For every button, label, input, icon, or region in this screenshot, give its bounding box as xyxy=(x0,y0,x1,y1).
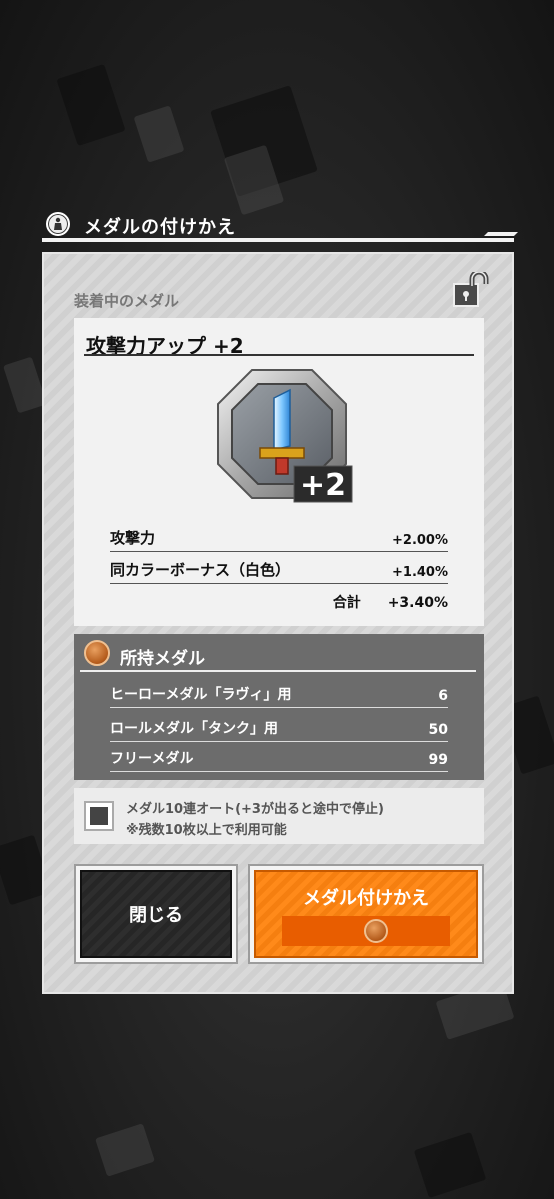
divider xyxy=(84,354,474,356)
owned-item: ロールメダル「タンク」用 50 xyxy=(110,714,448,742)
close-button-face[interactable]: 閉じる xyxy=(80,870,232,958)
header-divider xyxy=(42,238,514,242)
dialog-title: メダルの付けかえ xyxy=(84,217,236,238)
owned-item: フリーメダル 99 xyxy=(110,744,448,772)
divider xyxy=(80,670,476,672)
change-medal-button[interactable]: メダル付けかえ xyxy=(248,864,484,964)
row-divider xyxy=(110,551,448,552)
total-row: 合計 +3.40% xyxy=(333,592,448,612)
medal-change-panel: 装着中のメダル 攻撃力アップ +2 +2 攻撃力 +2.00% 同カラーボーナス… xyxy=(42,252,514,994)
change-medal-button-face[interactable]: メダル付けかえ xyxy=(254,870,478,958)
owned-item-count: 99 xyxy=(428,752,448,768)
background-decoration xyxy=(413,1131,487,1199)
total-value: +3.40% xyxy=(387,595,448,611)
equipped-section-label: 装着中のメダル xyxy=(74,292,180,310)
auto-checkbox[interactable] xyxy=(84,801,114,831)
background-decoration xyxy=(133,105,185,163)
owned-item-label: ロールメダル「タンク」用 xyxy=(110,721,278,737)
owned-title: 所持メダル xyxy=(120,649,205,669)
row-divider xyxy=(110,741,448,742)
cost-bar xyxy=(282,916,450,946)
stat-label: 攻撃力 xyxy=(110,529,156,547)
auto-option: メダル10連オート(+3が出ると途中で停止) ※残数10枚以上で利用可能 xyxy=(74,788,484,844)
stat-label: 同カラーボーナス（白色） xyxy=(110,561,291,579)
close-button[interactable]: 閉じる xyxy=(74,864,238,964)
bronze-medal-icon xyxy=(84,640,110,666)
medal-person-icon xyxy=(46,212,70,236)
stat-value: +2.00% xyxy=(392,533,448,548)
bronze-medal-icon xyxy=(364,919,388,943)
total-label: 合計 xyxy=(332,595,361,611)
owned-item: ヒーローメダル「ラヴィ」用 6 xyxy=(110,680,448,708)
stat-row: 攻撃力 +2.00% xyxy=(110,526,448,552)
change-medal-button-label: メダル付けかえ xyxy=(303,888,429,909)
row-divider xyxy=(110,771,448,772)
owned-item-label: フリーメダル xyxy=(110,751,194,767)
close-button-label: 閉じる xyxy=(129,905,183,926)
sword-medal-icon: +2 xyxy=(217,369,353,503)
background-decoration xyxy=(3,356,47,414)
stat-value: +1.40% xyxy=(392,565,448,580)
row-divider xyxy=(110,707,448,708)
owned-item-label: ヒーローメダル「ラヴィ」用 xyxy=(110,687,292,703)
equipped-medal-card: 攻撃力アップ +2 +2 攻撃力 +2.00% 同カラーボーナス（白色） +1.… xyxy=(74,318,484,626)
auto-label: メダル10連オート(+3が出ると途中で停止) xyxy=(126,802,384,817)
owned-item-count: 6 xyxy=(438,688,448,704)
background-decoration xyxy=(95,1123,155,1177)
stat-row: 同カラーボーナス（白色） +1.40% xyxy=(110,558,448,584)
owned-medals-box: 所持メダル ヒーローメダル「ラヴィ」用 6 ロールメダル「タンク」用 50 フリ… xyxy=(74,634,484,780)
row-divider xyxy=(110,583,448,584)
background-decoration xyxy=(56,63,126,147)
lock-icon[interactable] xyxy=(452,269,492,308)
auto-note: ※残数10枚以上で利用可能 xyxy=(126,823,287,838)
dialog-header: メダルの付けかえ xyxy=(42,210,514,242)
medal-level-badge: +2 xyxy=(300,468,346,503)
owned-item-count: 50 xyxy=(428,722,448,738)
